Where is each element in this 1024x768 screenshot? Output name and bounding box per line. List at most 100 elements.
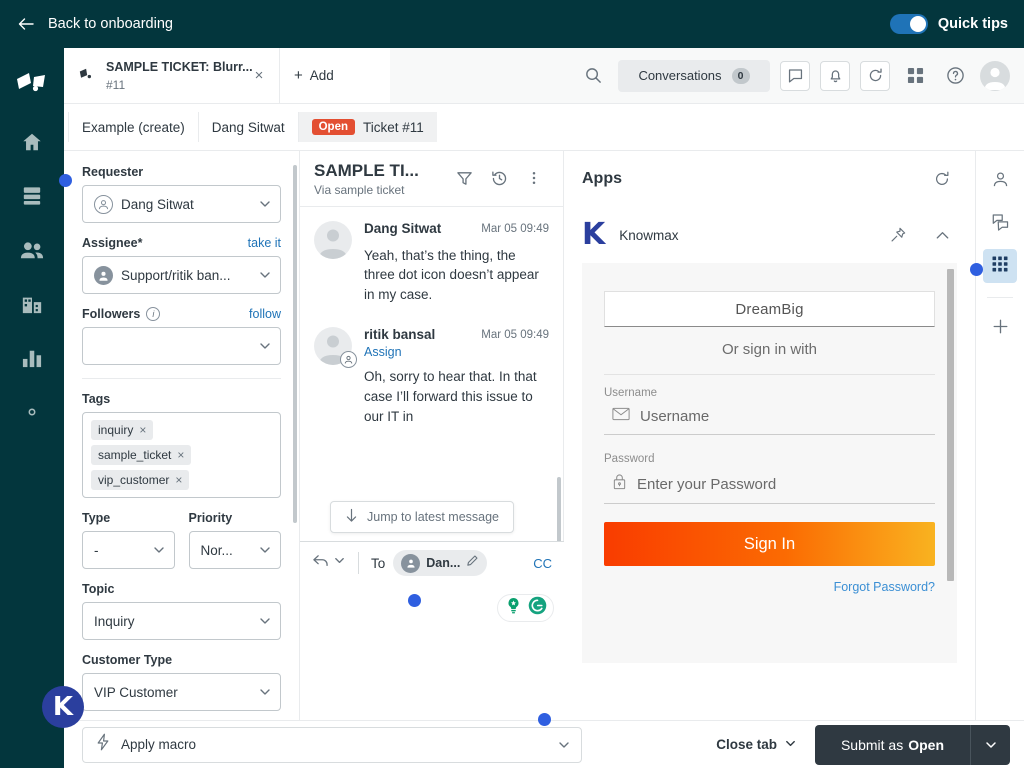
requester-select[interactable]: Dang Sitwat — [82, 185, 281, 223]
user-avatar[interactable] — [980, 61, 1010, 91]
sidebar-item-admin[interactable] — [12, 392, 52, 432]
assignee-head: Assignee* take it — [82, 236, 281, 250]
properties-scrollbar[interactable] — [293, 165, 297, 523]
priority-select[interactable]: Nor... — [189, 531, 282, 569]
breadcrumb-item-2[interactable]: Open Ticket #11 — [299, 112, 437, 142]
breadcrumb-item-0[interactable]: Example (create) — [68, 112, 199, 142]
grammarly-icon[interactable] — [527, 595, 548, 621]
breadcrumb-label-2: Ticket #11 — [363, 120, 424, 135]
hint-dot-bottom[interactable] — [538, 713, 551, 726]
ticket-tab[interactable]: SAMPLE TICKET: Blurr... #11 × — [64, 48, 280, 103]
assign-link[interactable]: Assign — [364, 345, 549, 359]
sign-in-button[interactable]: Sign In — [604, 522, 935, 566]
recipient-name: Dan... — [426, 556, 460, 570]
more-vertical-icon[interactable] — [519, 163, 549, 193]
customer-type-select[interactable]: VIP Customer — [82, 673, 281, 711]
right-rail-item-apps[interactable] — [983, 249, 1017, 283]
history-icon[interactable] — [484, 163, 514, 193]
quick-tips-label: Quick tips — [938, 16, 1008, 32]
close-icon[interactable]: × — [249, 66, 269, 86]
edit-pencil-icon[interactable] — [466, 554, 479, 572]
composer-textarea[interactable] — [300, 584, 564, 724]
submit-dropdown-button[interactable] — [970, 725, 1010, 765]
tag-chip[interactable]: vip_customer × — [91, 470, 189, 490]
recipient-chip[interactable]: Dan... — [393, 550, 487, 576]
sidebar-item-customers[interactable] — [12, 230, 52, 270]
cc-button[interactable]: CC — [533, 556, 552, 571]
filter-icon[interactable] — [449, 163, 479, 193]
help-icon[interactable] — [940, 61, 970, 91]
bell-icon[interactable] — [820, 61, 850, 91]
knowmax-floating-button[interactable]: K — [42, 686, 84, 728]
message-item: Dang Sitwat Mar 05 09:49 Yeah, that’s th… — [314, 221, 549, 305]
topic-select[interactable]: Inquiry — [82, 602, 281, 640]
chat-icon[interactable] — [780, 61, 810, 91]
app-frame-scrollbar[interactable] — [947, 269, 954, 581]
onboarding-bar: Back to onboarding Quick tips — [0, 0, 1024, 48]
password-field[interactable]: Enter your Password — [604, 469, 935, 504]
tenant-field[interactable]: DreamBig — [604, 291, 935, 327]
tag-remove-icon[interactable]: × — [177, 448, 184, 462]
breadcrumb-label-1: Dang Sitwat — [212, 120, 285, 135]
conversation-scrollbar[interactable] — [557, 477, 561, 541]
right-rail-item-user[interactable] — [983, 165, 1017, 199]
conversations-button[interactable]: Conversations 0 — [618, 60, 770, 92]
add-tab-button[interactable]: + Add — [280, 48, 390, 103]
hint-dot-requester[interactable] — [59, 174, 72, 187]
right-rail-item-add[interactable] — [983, 312, 1017, 346]
knowmax-logo-icon: K — [582, 220, 605, 250]
hint-dot-apps-rail[interactable] — [970, 263, 983, 276]
avatar — [314, 327, 352, 365]
type-field: Type - — [82, 511, 175, 569]
requester-label: Requester — [82, 165, 143, 179]
assignee-field: Assignee* take it Support/ritik ban... — [82, 236, 281, 294]
tag-chip[interactable]: inquiry × — [91, 420, 153, 440]
refresh-icon[interactable] — [860, 61, 890, 91]
sidebar-item-organizations[interactable] — [12, 284, 52, 324]
search-icon[interactable] — [578, 61, 608, 91]
recipient-avatar-icon — [401, 554, 420, 573]
username-field[interactable]: Username — [604, 403, 935, 435]
type-select[interactable]: - — [82, 531, 175, 569]
forgot-password-link[interactable]: Forgot Password? — [604, 580, 935, 594]
main-window: SAMPLE TICKET: Blurr... #11 × + Add Conv… — [64, 48, 1024, 768]
breadcrumb-label-0: Example (create) — [82, 120, 185, 135]
tags-input[interactable]: inquiry × sample_ticket × vip_customer × — [82, 412, 281, 498]
password-placeholder: Enter your Password — [637, 476, 776, 493]
hint-dot-composer[interactable] — [408, 594, 421, 607]
lightbulb-icon[interactable] — [503, 595, 524, 621]
tag-remove-icon[interactable]: × — [175, 473, 182, 487]
sidebar-item-views[interactable] — [12, 176, 52, 216]
assignee-label: Assignee* — [82, 236, 142, 250]
apply-macro-select[interactable]: Apply macro — [82, 727, 582, 763]
conversations-label: Conversations — [638, 68, 721, 83]
tab-tools: Conversations 0 — [578, 48, 1024, 103]
take-it-link[interactable]: take it — [248, 236, 281, 250]
quick-tips-toggle[interactable] — [890, 14, 928, 34]
jump-to-latest-button[interactable]: Jump to latest message — [330, 501, 514, 533]
writing-assist-group[interactable] — [497, 594, 554, 622]
conversation-subtitle: Via sample ticket — [314, 183, 449, 197]
sidebar-item-reporting[interactable] — [12, 338, 52, 378]
right-rail-item-conversations[interactable] — [983, 207, 1017, 241]
pin-icon[interactable] — [883, 220, 913, 250]
reply-channel-button[interactable] — [312, 553, 346, 573]
back-to-onboarding-button[interactable]: Back to onboarding — [16, 14, 173, 34]
sidebar-item-home[interactable] — [12, 122, 52, 162]
tag-chip[interactable]: sample_ticket × — [91, 445, 191, 465]
assignee-select[interactable]: Support/ritik ban... — [82, 256, 281, 294]
breadcrumb-item-1[interactable]: Dang Sitwat — [199, 112, 299, 142]
tag-remove-icon[interactable]: × — [139, 423, 146, 437]
composer-toolbar: To Dan... CC — [300, 542, 564, 584]
submit-as-open-button[interactable]: Submit as Open — [815, 725, 970, 765]
close-tab-button[interactable]: Close tab — [716, 737, 815, 753]
apps-grid-icon[interactable] — [900, 61, 930, 91]
zendesk-logo-icon[interactable] — [12, 64, 52, 108]
message-item: ritik bansal Mar 05 09:49 Assign Oh, sor… — [314, 327, 549, 427]
customer-type-label: Customer Type — [82, 653, 172, 667]
chevron-up-icon[interactable] — [927, 220, 957, 250]
follow-link[interactable]: follow — [249, 307, 281, 321]
followers-select[interactable] — [82, 327, 281, 365]
refresh-icon[interactable] — [927, 164, 957, 194]
info-icon[interactable]: i — [146, 307, 160, 321]
